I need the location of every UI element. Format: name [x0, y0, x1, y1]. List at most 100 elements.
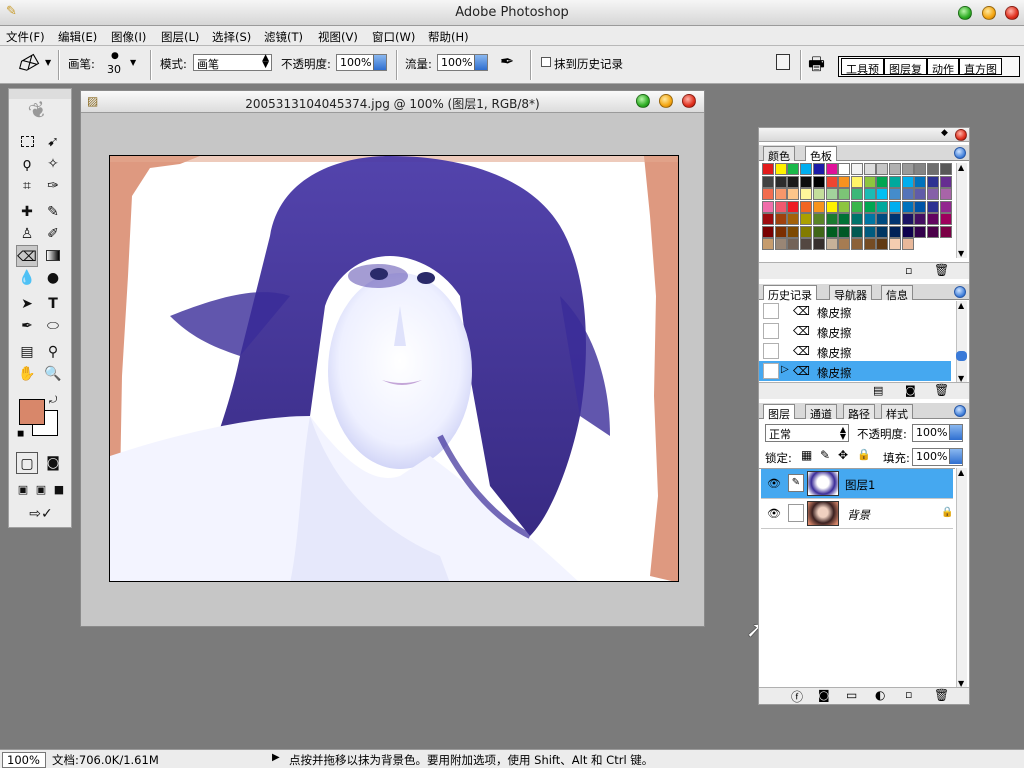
color-swatch[interactable]: [774, 175, 787, 188]
color-swatch[interactable]: [914, 225, 927, 238]
color-swatch[interactable]: [876, 188, 889, 200]
color-swatch[interactable]: [787, 163, 800, 175]
layers-menu-button[interactable]: [954, 405, 966, 417]
status-menu-arrow-icon[interactable]: ▶: [272, 752, 280, 763]
history-source-checkbox[interactable]: [763, 363, 779, 379]
color-swatch[interactable]: [800, 225, 813, 238]
color-swatch[interactable]: [914, 163, 927, 175]
color-swatch[interactable]: [774, 188, 787, 200]
airbrush-icon[interactable]: ✒: [500, 52, 514, 72]
new-layer-icon[interactable]: ▫: [905, 688, 912, 701]
color-swatch[interactable]: [825, 175, 838, 188]
color-swatch[interactable]: [889, 200, 901, 213]
palette-dock-titlebar[interactable]: ◆: [759, 128, 969, 142]
palette-well-tab-tool-presets[interactable]: 工具预: [841, 58, 884, 76]
menu-edit[interactable]: 编辑(E): [58, 29, 97, 45]
close-window-button[interactable]: [1005, 6, 1019, 20]
color-swatch[interactable]: [762, 238, 774, 250]
color-swatch[interactable]: [800, 188, 813, 200]
color-swatch[interactable]: [812, 225, 825, 238]
file-browser-icon[interactable]: [776, 54, 790, 70]
color-swatch[interactable]: [939, 200, 952, 213]
color-swatch[interactable]: [863, 200, 876, 213]
color-swatch[interactable]: [889, 238, 901, 250]
magic-wand-tool-icon[interactable]: ✧: [42, 153, 64, 175]
eyedropper-tool-icon[interactable]: ⚲: [42, 341, 64, 363]
fill-input[interactable]: 100%: [912, 448, 963, 466]
document-minimize-button[interactable]: [659, 94, 673, 108]
foreground-color-swatch-front[interactable]: [19, 399, 45, 425]
opacity-input[interactable]: 100%: [336, 54, 387, 71]
scroll-down-icon[interactable]: ▼: [958, 249, 964, 258]
collapse-icon[interactable]: ◆: [941, 128, 948, 138]
color-swatch[interactable]: [876, 213, 889, 225]
color-swatch[interactable]: [774, 238, 787, 250]
color-swatch[interactable]: [939, 213, 952, 225]
erase-history-checkbox[interactable]: [541, 57, 551, 67]
tab-layers[interactable]: 图层: [763, 404, 795, 421]
color-swatch[interactable]: [800, 200, 813, 213]
color-swatch[interactable]: [838, 238, 851, 250]
layers-scrollbar[interactable]: ▲ ▼: [956, 468, 967, 688]
screen-mode-full-icon[interactable]: ■: [48, 479, 70, 501]
layer-opacity-input[interactable]: 100%: [912, 424, 963, 442]
gradient-tool-icon[interactable]: [42, 245, 64, 267]
layer-opacity-slider-button[interactable]: [949, 425, 962, 440]
color-swatch[interactable]: [762, 163, 774, 175]
swap-colors-icon[interactable]: ⤾: [49, 395, 57, 406]
color-swatch[interactable]: [889, 213, 901, 225]
menu-filter[interactable]: 滤镜(T): [264, 29, 303, 45]
color-swatch[interactable]: [812, 200, 825, 213]
palette-well-tab-layer-comps[interactable]: 图层复: [884, 58, 927, 76]
eye-visibility-icon[interactable]: 👁: [767, 477, 781, 490]
move-tool-icon[interactable]: ➹: [42, 131, 64, 153]
color-swatch[interactable]: [927, 225, 940, 238]
color-swatch[interactable]: [901, 238, 914, 250]
delete-swatch-icon[interactable]: 🗑: [934, 263, 949, 277]
document-size[interactable]: 文档:706.0K/1.61M: [52, 752, 159, 768]
color-swatch[interactable]: [825, 238, 838, 250]
color-swatch[interactable]: [901, 163, 914, 175]
color-swatch[interactable]: [927, 200, 940, 213]
color-swatch[interactable]: [825, 225, 838, 238]
brush-dot-icon[interactable]: ●: [111, 51, 119, 61]
color-swatch[interactable]: [812, 163, 825, 175]
color-swatch[interactable]: [787, 213, 800, 225]
menu-view[interactable]: 视图(V): [318, 29, 358, 45]
color-swatch[interactable]: [762, 188, 774, 200]
color-swatch[interactable]: [927, 213, 940, 225]
menu-image[interactable]: 图像(I): [111, 29, 146, 45]
pen-tool-icon[interactable]: ✒: [16, 315, 38, 337]
history-scrollbar[interactable]: ▲ ▼: [956, 301, 967, 383]
history-item[interactable]: ⌫ 橡皮擦: [759, 301, 951, 321]
color-swatch[interactable]: [889, 188, 901, 200]
blur-tool-icon[interactable]: 💧: [16, 267, 38, 289]
eye-visibility-icon[interactable]: 👁: [767, 507, 781, 520]
history-item-current[interactable]: ▷ ⌫ 橡皮擦: [759, 361, 951, 381]
document-zoom-button[interactable]: [636, 94, 650, 108]
color-swatch[interactable]: [762, 225, 774, 238]
hand-tool-icon[interactable]: ✋: [16, 363, 38, 385]
new-document-from-state-icon[interactable]: ▤: [873, 384, 883, 397]
color-swatch[interactable]: [914, 200, 927, 213]
shape-tool-icon[interactable]: ⬭: [42, 315, 64, 337]
notes-tool-icon[interactable]: ▤: [16, 341, 38, 363]
color-swatch[interactable]: [762, 213, 774, 225]
adjustment-layer-icon[interactable]: ◐: [875, 688, 885, 702]
type-tool-icon[interactable]: T: [42, 293, 64, 315]
palette-well-tab-actions[interactable]: 动作: [927, 58, 959, 76]
swatches-menu-button[interactable]: [954, 147, 966, 159]
history-item[interactable]: ⌫ 橡皮擦: [759, 321, 951, 341]
color-swatch[interactable]: [850, 175, 863, 188]
color-swatch[interactable]: [838, 213, 851, 225]
color-swatch[interactable]: [889, 225, 901, 238]
color-swatch[interactable]: [774, 163, 787, 175]
slice-tool-icon[interactable]: ✑: [42, 175, 64, 197]
brush-tool-icon[interactable]: ✎: [42, 201, 64, 223]
color-swatch[interactable]: [901, 213, 914, 225]
color-swatch[interactable]: [825, 163, 838, 175]
document-close-button[interactable]: [682, 94, 696, 108]
color-swatch[interactable]: [787, 175, 800, 188]
jump-to-imageready-icon[interactable]: ⇨✓: [23, 503, 59, 525]
lock-position-icon[interactable]: ✥: [838, 448, 848, 462]
